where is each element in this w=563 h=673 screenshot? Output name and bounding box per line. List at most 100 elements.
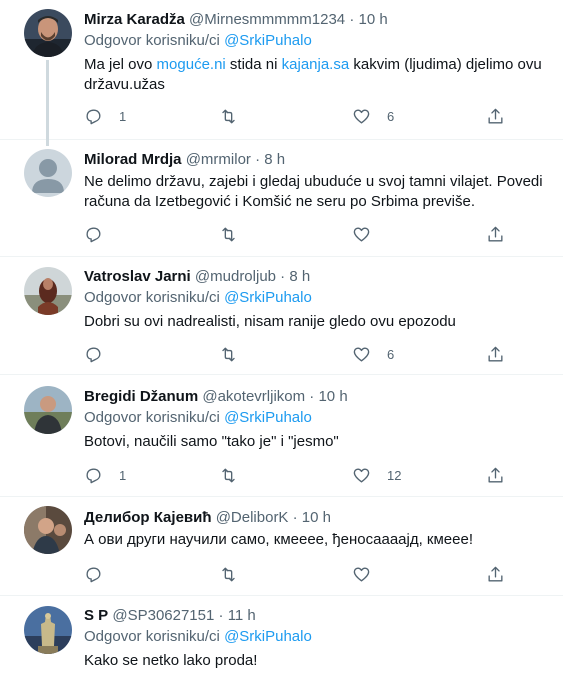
share-button[interactable] (486, 465, 505, 485)
tweet-header: Mirza Karadža @Mirnesmmmmm1234 · 10 h (84, 10, 549, 30)
tweet[interactable]: Делибор Кајевић @DeliborK · 10 h А ови д… (0, 497, 563, 596)
reply-button[interactable] (84, 224, 119, 244)
avatar[interactable] (24, 386, 72, 434)
separator-dot: · (218, 607, 224, 624)
tweet-text: Ne delimo državu, zajebi i gledaj ubuduć… (84, 173, 543, 210)
tweet[interactable]: Mirza Karadža @Mirnesmmmmm1234 · 10 h Od… (0, 0, 563, 146)
tweet[interactable]: Bregidi Džanum @akotevrljikom · 10 h Odg… (0, 375, 563, 497)
avatar[interactable] (24, 606, 72, 654)
reply-button[interactable] (84, 564, 119, 584)
share-icon (488, 346, 503, 362)
reply-mention-link[interactable]: @SrkiPuhalo (224, 628, 312, 645)
tweet-header: Vatroslav Jarni @mudroljub · 8 h (84, 267, 549, 287)
tweet-header: Bregidi Džanum @akotevrljikom · 10 h (84, 387, 549, 407)
timestamp[interactable]: 8 h (264, 151, 285, 168)
like-count: 6 (387, 108, 395, 124)
like-button[interactable] (352, 564, 387, 584)
avatar[interactable] (24, 267, 72, 315)
tweet[interactable]: S P @SP30627151 · 11 h Odgovor korisniku… (0, 596, 563, 673)
separator-dot: · (255, 151, 261, 168)
tweet-header: S P @SP30627151 · 11 h (84, 606, 549, 626)
display-name[interactable]: Bregidi Džanum (84, 388, 198, 405)
share-button[interactable] (486, 224, 505, 244)
reply-button[interactable]: 1 (84, 465, 126, 485)
share-button[interactable] (486, 106, 505, 126)
reply-icon (86, 226, 101, 242)
display-name[interactable]: Mirza Karadža (84, 11, 185, 28)
reply-mention-link[interactable]: @SrkiPuhalo (224, 32, 312, 49)
heart-icon (353, 226, 370, 242)
tweet[interactable]: Vatroslav Jarni @mudroljub · 8 h Odgovor… (0, 257, 563, 375)
tweet-text: Dobri su ovi nadrealisti, nisam ranije g… (84, 313, 456, 330)
retweet-button[interactable] (219, 344, 254, 364)
display-name[interactable]: Vatroslav Jarni (84, 268, 191, 285)
separator-dot: · (349, 11, 355, 28)
reply-mention-link[interactable]: @SrkiPuhalo (224, 289, 312, 306)
reply-button[interactable]: 1 (84, 106, 126, 126)
retweet-button[interactable] (219, 564, 254, 584)
reply-context: Odgovor korisniku/ci @SrkiPuhalo (84, 627, 549, 647)
tweet-header: Делибор Кајевић @DeliborK · 10 h (84, 508, 549, 528)
like-count: 12 (387, 467, 402, 483)
retweet-icon (222, 566, 235, 582)
user-handle[interactable]: @akotevrljikom (202, 388, 305, 405)
display-name[interactable]: S P (84, 607, 108, 624)
reply-count: 1 (119, 467, 127, 483)
display-name[interactable]: Делибор Кајевић (84, 509, 212, 526)
separator-dot: · (309, 388, 315, 405)
timestamp[interactable]: 10 h (358, 11, 387, 28)
heart-icon (353, 346, 370, 362)
timestamp[interactable]: 11 h (228, 607, 256, 624)
user-handle[interactable]: @SP30627151 (112, 607, 214, 624)
reply-icon (86, 108, 101, 124)
tweet-text-link[interactable]: moguće.ni (157, 56, 226, 73)
avatar[interactable] (24, 9, 72, 57)
reply-icon (86, 566, 101, 582)
share-icon (488, 108, 503, 124)
timestamp[interactable]: 10 h (302, 509, 331, 526)
heart-icon (353, 566, 370, 582)
timestamp[interactable]: 8 h (289, 268, 310, 285)
reply-button[interactable] (84, 344, 119, 364)
tweet-text: Kako se netko lako proda! (84, 652, 258, 669)
tweet-text-link[interactable]: kajanja.sa (282, 56, 350, 73)
reply-count: 1 (119, 108, 127, 124)
reply-prefix: Odgovor korisniku/ci (84, 32, 220, 49)
tweet-text: Ma jel ovo moguće.ni stida ni kajanja.sa… (84, 55, 549, 95)
avatar[interactable] (24, 506, 72, 554)
avatar[interactable] (24, 149, 72, 197)
reply-prefix: Odgovor korisniku/ci (84, 409, 220, 426)
retweet-button[interactable] (219, 224, 254, 244)
like-button[interactable]: 12 (352, 465, 401, 485)
tweet-text-segment: stida ni (225, 56, 282, 73)
share-button[interactable] (486, 564, 505, 584)
reply-context: Odgovor korisniku/ci @SrkiPuhalo (84, 31, 549, 51)
retweet-icon (222, 346, 235, 362)
reply-icon (86, 467, 101, 483)
share-button[interactable] (486, 344, 505, 364)
user-handle[interactable]: @DeliborK (216, 509, 289, 526)
like-button[interactable]: 6 (352, 344, 394, 364)
user-handle[interactable]: @Mirnesmmmmm1234 (189, 11, 345, 28)
user-handle[interactable]: @mrmilor (186, 151, 251, 168)
share-icon (488, 467, 503, 483)
retweet-button[interactable] (219, 465, 254, 485)
heart-icon (353, 467, 370, 483)
user-handle[interactable]: @mudroljub (195, 268, 276, 285)
retweet-button[interactable] (219, 106, 254, 126)
tweet-text-segment: Ma jel ovo (84, 56, 157, 73)
reply-prefix: Odgovor korisniku/ci (84, 628, 220, 645)
heart-icon (353, 108, 370, 124)
timestamp[interactable]: 10 h (318, 388, 347, 405)
share-icon (488, 226, 503, 242)
like-button[interactable] (352, 224, 387, 244)
tweet-header: Milorad Mrdja @mrmilor · 8 h (84, 150, 549, 170)
display-name[interactable]: Milorad Mrdja (84, 151, 182, 168)
reply-mention-link[interactable]: @SrkiPuhalo (224, 409, 312, 426)
tweet[interactable]: Milorad Mrdja @mrmilor · 8 h Ne delimo d… (0, 140, 563, 257)
reply-context: Odgovor korisniku/ci @SrkiPuhalo (84, 288, 549, 308)
reply-context: Odgovor korisniku/ci @SrkiPuhalo (84, 408, 549, 428)
like-button[interactable]: 6 (352, 106, 394, 126)
retweet-icon (222, 467, 235, 483)
separator-dot: · (292, 509, 298, 526)
